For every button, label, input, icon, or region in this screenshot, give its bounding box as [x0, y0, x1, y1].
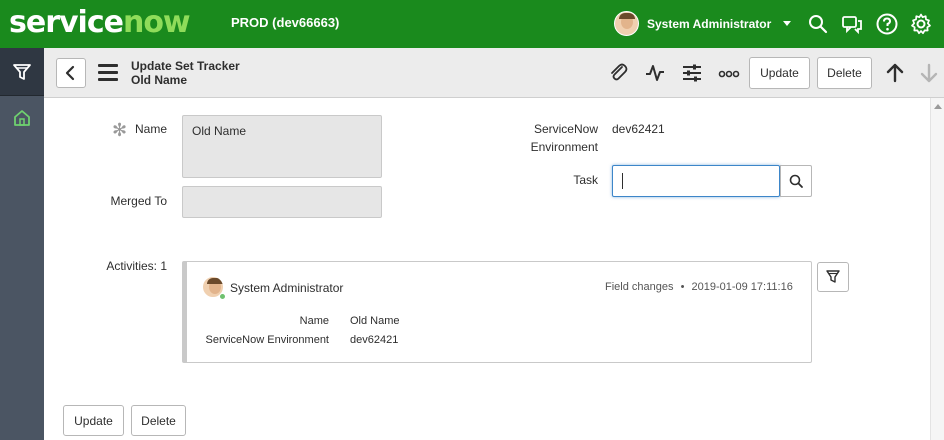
- left-nav: [0, 48, 44, 440]
- home-icon: [14, 110, 30, 126]
- arrow-up-icon[interactable]: [883, 61, 907, 85]
- merged-to-field[interactable]: [182, 186, 382, 218]
- online-status-dot: [219, 293, 226, 300]
- activity-filter-button[interactable]: [817, 262, 849, 292]
- activity-timestamp: 2019-01-09 17:11:16: [691, 281, 793, 293]
- name-field[interactable]: Old Name: [182, 115, 382, 178]
- footer-update-button[interactable]: Update: [63, 405, 124, 436]
- connect-chat-icon[interactable]: [840, 12, 864, 36]
- task-label: Task: [573, 173, 598, 187]
- context-menu-icon[interactable]: [98, 64, 118, 81]
- gear-icon[interactable]: [909, 12, 933, 36]
- form-title: Update Set Tracker: [131, 59, 240, 73]
- top-header: service now PROD (dev66663) System Admini…: [0, 0, 944, 48]
- activity-separator: •: [680, 281, 685, 293]
- help-icon[interactable]: [875, 12, 899, 36]
- filter-icon: [826, 270, 840, 283]
- user-menu[interactable]: System Administrator: [614, 11, 792, 36]
- instance-name: PROD (dev66663): [231, 15, 340, 30]
- chevron-down-icon: [783, 21, 792, 26]
- chevron-left-icon: [65, 65, 75, 81]
- form-body: ✻ Name Old Name Merged To ServiceNow Env…: [44, 98, 930, 440]
- back-button[interactable]: [56, 58, 86, 88]
- nav-filter-tab[interactable]: [0, 48, 44, 96]
- servicenow-logo[interactable]: service now: [9, 5, 191, 41]
- activity-type: Field changes: [605, 281, 674, 293]
- filter-navigator-icon: [13, 63, 31, 80]
- change-field-label: Name: [299, 315, 329, 327]
- form-header: Update Set Tracker Old Name Update Delet…: [44, 48, 944, 98]
- vertical-scrollbar[interactable]: [930, 98, 944, 440]
- user-name: System Administrator: [647, 16, 772, 31]
- personalize-sliders-icon[interactable]: [680, 61, 704, 85]
- user-avatar: [614, 11, 639, 36]
- text-cursor: [622, 173, 623, 189]
- more-options-icon[interactable]: [717, 61, 741, 85]
- task-lookup-button[interactable]: [780, 165, 812, 197]
- merged-to-label: Merged To: [110, 194, 167, 208]
- nav-home-tab[interactable]: [0, 96, 44, 140]
- attachment-icon[interactable]: [606, 61, 630, 85]
- activity-meta: Field changes • 2019-01-09 17:11:16: [605, 281, 793, 293]
- name-label: Name: [134, 122, 167, 136]
- activity-stream-icon[interactable]: [643, 61, 667, 85]
- change-field-label: ServiceNow Environment: [205, 334, 330, 346]
- sn-environment-value: dev62421: [612, 122, 665, 136]
- footer-delete-button[interactable]: Delete: [131, 405, 186, 436]
- search-icon[interactable]: [806, 12, 830, 36]
- activity-user: System Administrator: [230, 281, 344, 295]
- sn-environment-label: ServiceNow Environment: [530, 122, 598, 154]
- form-subtitle: Old Name: [131, 73, 188, 87]
- change-field-value: Old Name: [350, 315, 400, 327]
- activity-card: System Administrator Field changes • 201…: [182, 261, 812, 363]
- search-icon: [789, 174, 803, 188]
- form-title-block: Update Set Tracker Old Name: [131, 59, 240, 87]
- activities-label: Activities: 1: [106, 259, 167, 273]
- scroll-up-icon[interactable]: [934, 104, 942, 109]
- change-field-value: dev62421: [350, 334, 399, 346]
- header-delete-button[interactable]: Delete: [817, 57, 872, 89]
- header-update-button[interactable]: Update: [749, 57, 810, 89]
- arrow-down-icon[interactable]: [917, 61, 941, 85]
- task-input[interactable]: [612, 165, 780, 197]
